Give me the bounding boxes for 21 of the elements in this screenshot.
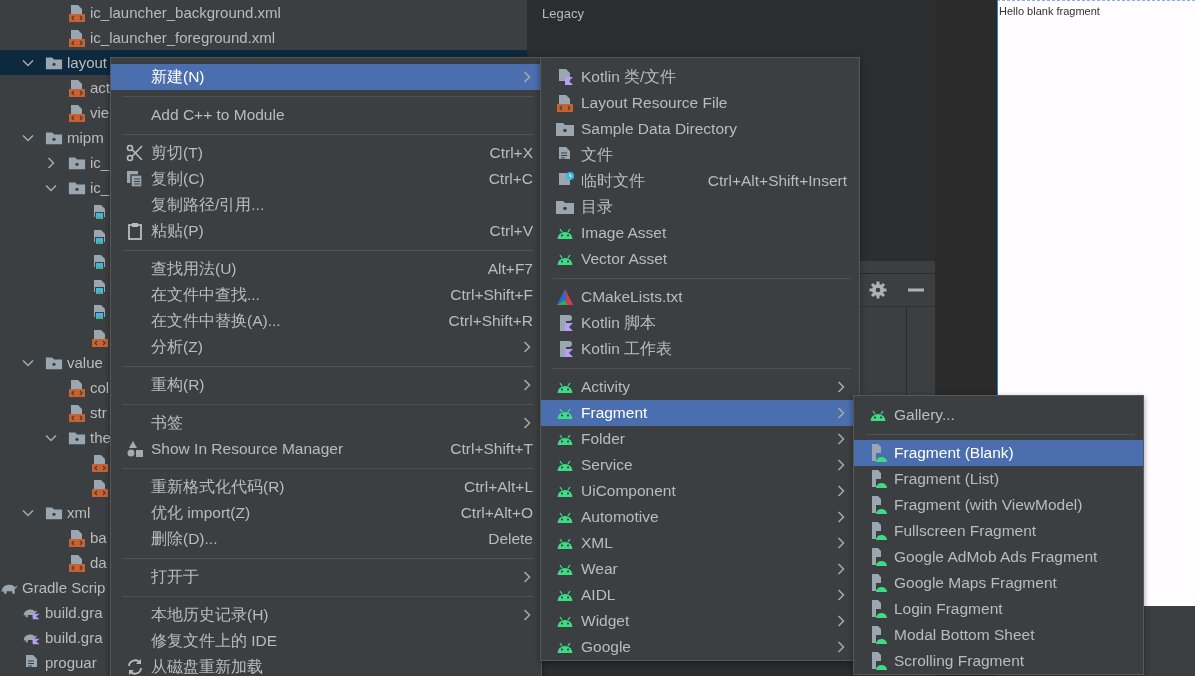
- tree-item-label: str: [90, 404, 107, 421]
- tree-item-label: build.gra: [45, 604, 103, 621]
- preview-text: Hello blank fragment: [998, 5, 1100, 17]
- tree-item-label: ba: [90, 529, 107, 546]
- tree-item-label: xml: [67, 504, 91, 521]
- tree-item-label: value: [67, 354, 103, 371]
- tree-item-label: ic_: [90, 154, 110, 171]
- tree-item-label: col: [90, 379, 110, 396]
- tree-item-label: mipm: [67, 129, 104, 146]
- tree-item-label: vie: [90, 104, 110, 121]
- tree-item-label: layout: [67, 54, 108, 71]
- tree-item-label: act: [90, 79, 110, 96]
- tree-item-label: ic_launcher_foreground.xml: [90, 29, 276, 46]
- tree-item-label: ic_: [90, 179, 110, 196]
- legacy-label: Legacy: [541, 5, 585, 21]
- tree-item-label: proguar: [45, 654, 97, 671]
- tree-item-label: ic_launcher_background.xml: [90, 4, 281, 21]
- tree-item-label: Gradle Scrip: [22, 579, 106, 596]
- tree-item-label: the: [90, 429, 111, 446]
- tree-item-label: build.gra: [45, 629, 103, 646]
- tree-item-label: da: [90, 554, 107, 571]
